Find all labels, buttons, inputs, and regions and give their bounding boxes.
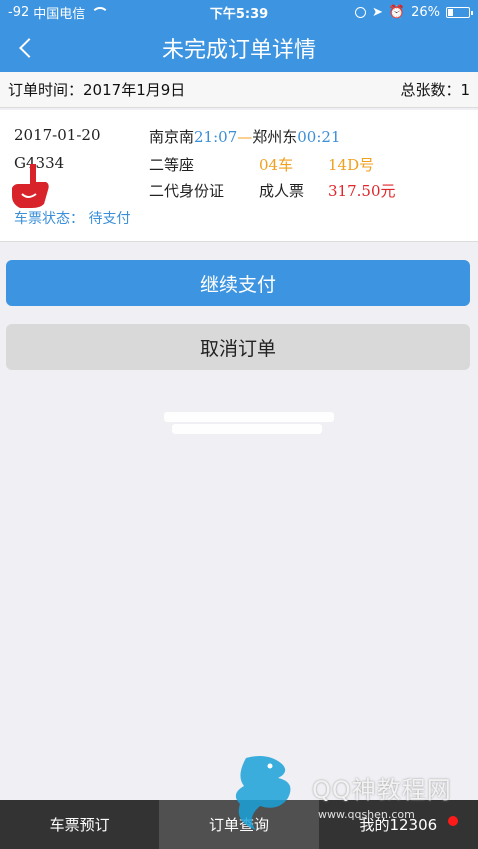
status-left: -92 中国电信 [8, 3, 110, 22]
watermark-url: www.qqshen.com [318, 808, 415, 821]
location-icon: ➤ [372, 4, 383, 20]
to-station: 郑州东 [252, 128, 298, 146]
from-station: 南京南 [149, 128, 195, 146]
order-time-value: 2017年1月9日 [83, 81, 186, 99]
back-button[interactable] [12, 34, 40, 62]
notification-badge [448, 816, 458, 826]
car-number: 04车 [259, 156, 294, 174]
order-summary: 订单时间： 2017年1月9日 总张数： 1 [0, 72, 478, 108]
id-type: 二代身份证 [149, 182, 225, 200]
depart-time: 21:07 [194, 128, 238, 146]
travel-date: 2017-01-20 [14, 126, 101, 144]
tab-ticket-booking[interactable]: 车票预订 [0, 800, 159, 849]
battery-fill [448, 8, 454, 16]
ticket-type: 成人票 [259, 182, 305, 200]
arrive-time: 00:21 [297, 128, 341, 146]
route: 南京南21:07—郑州东00:21 [149, 126, 341, 147]
watermark-logo [235, 756, 291, 830]
order-time-label: 订单时间： [8, 81, 84, 99]
ticket-status: 车票状态： 待支付 [14, 208, 130, 228]
ticket-price: 317.50元 [328, 182, 396, 200]
alarm-icon: ⏰ [388, 4, 406, 20]
cancel-order-button[interactable]: 取消订单 [6, 324, 470, 370]
carrier-name: 中国电信 [33, 6, 86, 22]
seat-class: 二等座 [149, 156, 195, 174]
total-count-label: 总张数： [400, 81, 461, 99]
route-dash: — [237, 128, 253, 146]
ticket-status-label: 车票状态： [14, 211, 84, 227]
continue-payment-button[interactable]: 继续支付 [6, 260, 470, 306]
status-bar: -92 中国电信 下午5:39 ➤ ⏰ 26% [0, 0, 478, 24]
ticket-card[interactable]: 2017-01-20 南京南21:07—郑州东00:21 G4334 二等座 0… [0, 110, 478, 242]
battery-icon [446, 6, 473, 18]
rotation-lock-icon [355, 6, 366, 18]
pointing-hand-icon [12, 164, 49, 208]
battery-percent: 26% [411, 4, 440, 20]
redacted-text-2 [172, 424, 322, 434]
signal-strength: -92 [8, 4, 30, 20]
wifi-icon [91, 7, 110, 17]
ticket-status-value: 待支付 [88, 211, 131, 227]
seat-number: 14D号 [328, 156, 375, 174]
nav-bar: 未完成订单详情 [0, 24, 478, 72]
total-count-value: 1 [460, 80, 470, 99]
watermark-title: QQ神教程网 [312, 776, 452, 804]
redacted-text [164, 412, 334, 422]
status-right: ➤ ⏰ 26% [355, 4, 473, 20]
page-title: 未完成订单详情 [161, 38, 316, 63]
